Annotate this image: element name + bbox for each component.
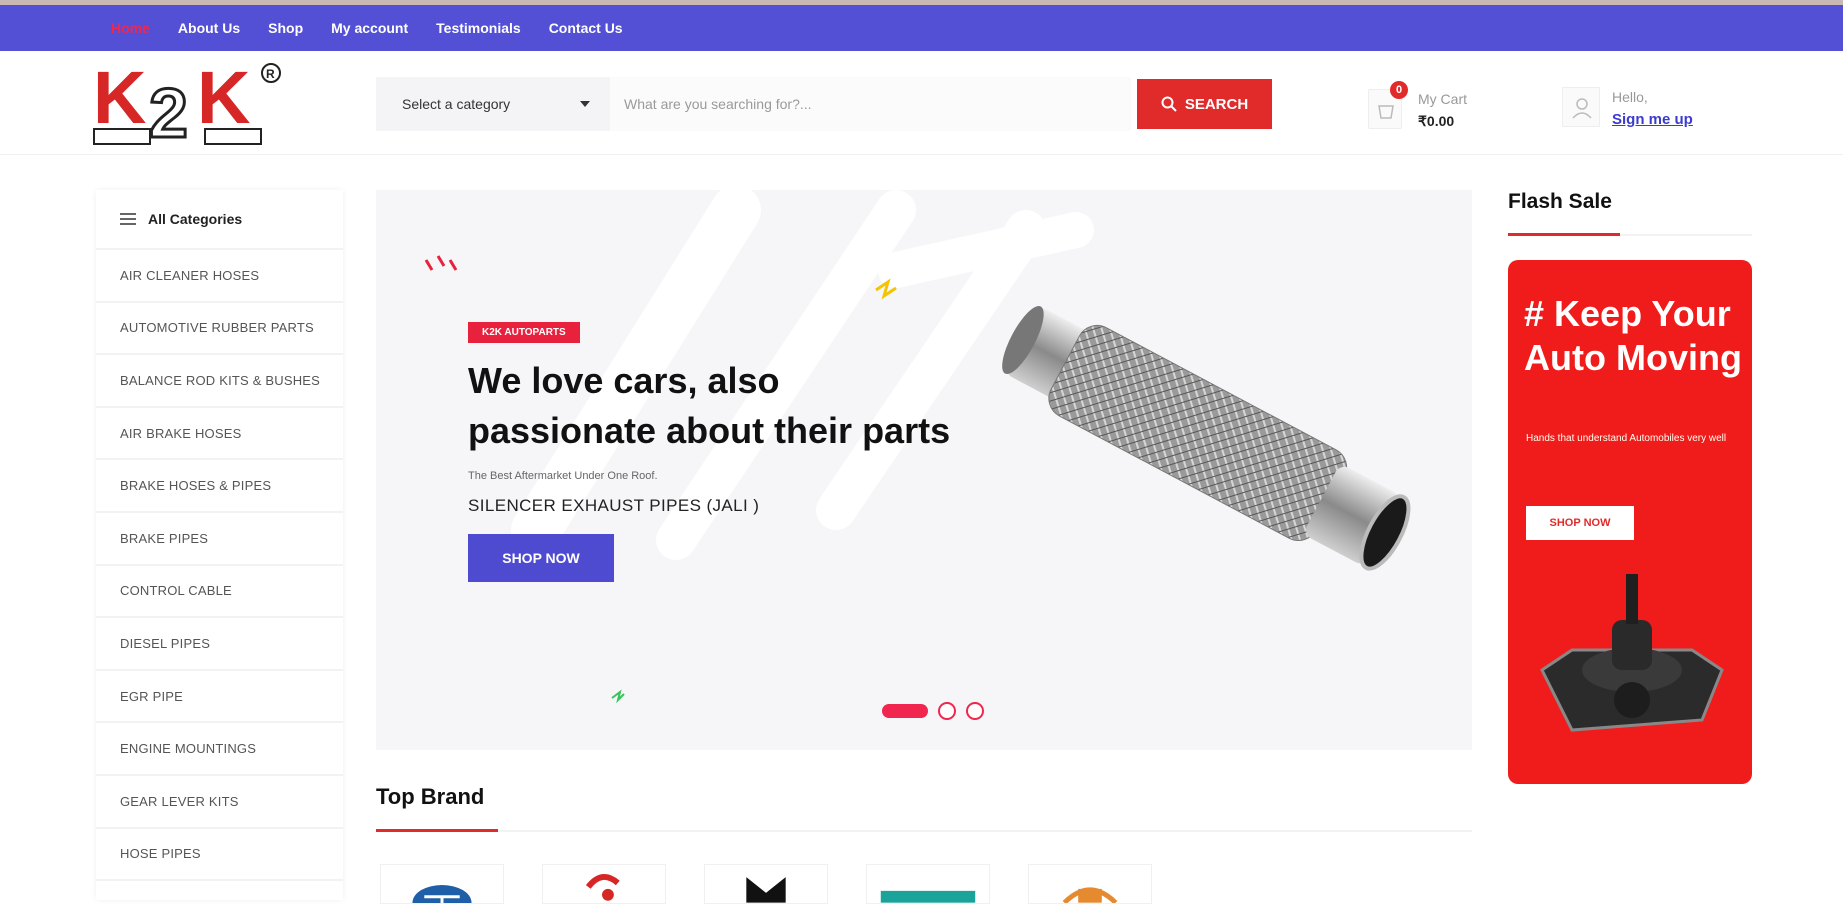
main-nav: Home About Us Shop My account Testimonia… <box>111 5 651 51</box>
hero-badge: K2K AUTOPARTS <box>468 322 580 343</box>
account-greeting: Hello, <box>1612 89 1648 105</box>
hero-product-name: SILENCER EXHAUST PIPES (JALI ) <box>468 496 760 515</box>
category-item[interactable]: GEAR LEVER KITS <box>96 776 343 829</box>
hero-shop-now-button[interactable]: SHOP NOW <box>468 534 614 582</box>
cart-count-badge: 0 <box>1390 81 1408 99</box>
top-brand-title: Top Brand <box>376 784 485 809</box>
category-item[interactable]: AIR CLEANER HOSES <box>96 250 343 303</box>
hero-title: We love cars, also passionate about thei… <box>468 356 1028 456</box>
cart-total: ₹0.00 <box>1418 113 1455 129</box>
brand-logos-row <box>380 864 1152 904</box>
site-header: K 2 K R Select a category SEARCH <box>0 51 1843 155</box>
caret-down-icon <box>580 101 590 107</box>
hero-title-line2: passionate about their parts <box>468 410 951 451</box>
svg-text:K: K <box>197 61 250 139</box>
nav-my-account[interactable]: My account <box>331 20 408 36</box>
search-icon <box>1161 96 1177 112</box>
slider-dot[interactable] <box>938 702 956 720</box>
account-area: Hello, Sign me up <box>1562 77 1722 133</box>
hero-slider: K2K AUTOPARTS We love cars, also passion… <box>376 190 1472 750</box>
k2k-logo[interactable]: K 2 K R <box>93 56 285 154</box>
top-nav-bar: Home About Us Shop My account Testimonia… <box>0 5 1843 51</box>
brand-logo-red[interactable] <box>542 864 666 904</box>
svg-text:R: R <box>266 67 275 81</box>
exhaust-pipe-image <box>1002 305 1411 571</box>
nav-contact-us[interactable]: Contact Us <box>549 20 623 36</box>
brand-logo-tata[interactable] <box>380 864 504 904</box>
user-icon <box>1562 87 1600 127</box>
nav-home[interactable]: Home <box>111 20 150 36</box>
slider-dot-active[interactable] <box>882 704 928 718</box>
brand-logo-kubota[interactable] <box>866 864 990 904</box>
cart-label: My Cart <box>1418 91 1467 107</box>
category-select-label: Select a category <box>402 96 511 112</box>
category-item[interactable]: DIESEL PIPES <box>96 618 343 671</box>
svg-text:K: K <box>93 61 146 139</box>
search-bar: Select a category SEARCH <box>376 77 1272 131</box>
slider-pagination <box>882 702 984 720</box>
flash-sale-headline: # Keep Your Auto Moving <box>1524 293 1742 378</box>
brand-logo-orange[interactable] <box>1028 864 1152 904</box>
hero-title-line1: We love cars, also <box>468 360 780 401</box>
category-item[interactable]: BALANCE ROD KITS & BUSHES <box>96 355 343 408</box>
category-item[interactable]: AIR BRAKE HOSES <box>96 408 343 461</box>
section-underline <box>1508 233 1620 236</box>
engine-mount-image <box>1540 574 1724 732</box>
all-categories-label: All Categories <box>148 211 243 227</box>
menu-icon <box>120 213 136 225</box>
sign-up-link[interactable]: Sign me up <box>1612 111 1693 128</box>
mini-cart[interactable]: 0 My Cart ₹0.00 <box>1368 79 1488 135</box>
category-item[interactable]: HOSE PIPES <box>96 829 343 882</box>
flash-sale-shop-now-button[interactable]: SHOP NOW <box>1526 506 1634 540</box>
flash-sale-section: Flash Sale # Keep Your Auto Moving Hands… <box>1508 190 1752 784</box>
flash-sale-card[interactable]: # Keep Your Auto Moving Hands that under… <box>1508 260 1752 784</box>
nav-shop[interactable]: Shop <box>268 20 303 36</box>
hero-subtitle: The Best Aftermarket Under One Roof. <box>468 470 658 482</box>
category-item[interactable]: BRAKE PIPES <box>96 513 343 566</box>
nav-about-us[interactable]: About Us <box>178 20 240 36</box>
nav-testimonials[interactable]: Testimonials <box>436 20 521 36</box>
category-item[interactable]: BRAKE HOSES & PIPES <box>96 460 343 513</box>
top-brand-section: Top Brand <box>376 784 1472 832</box>
flash-sale-title-text: Flash Sale <box>1508 190 1612 213</box>
brand-logo-black[interactable] <box>704 864 828 904</box>
flash-sale-title: Flash Sale <box>1508 190 1752 236</box>
category-item[interactable]: ENGINE MOUNTINGS <box>96 723 343 776</box>
search-button[interactable]: SEARCH <box>1137 79 1272 129</box>
slider-dot[interactable] <box>966 702 984 720</box>
category-item[interactable]: CONTROL CABLE <box>96 566 343 619</box>
category-item[interactable]: AUTOMOTIVE RUBBER PARTS <box>96 303 343 356</box>
category-sidebar: All Categories AIR CLEANER HOSES AUTOMOT… <box>96 190 343 900</box>
category-item[interactable]: EGR PIPE <box>96 671 343 724</box>
search-button-label: SEARCH <box>1184 95 1249 113</box>
search-input[interactable] <box>610 77 1131 131</box>
category-select[interactable]: Select a category <box>376 77 610 131</box>
svg-text:2: 2 <box>149 74 188 151</box>
section-underline <box>376 829 498 832</box>
flash-sale-text: Hands that understand Automobiles very w… <box>1526 433 1727 444</box>
all-categories-header[interactable]: All Categories <box>96 190 343 250</box>
